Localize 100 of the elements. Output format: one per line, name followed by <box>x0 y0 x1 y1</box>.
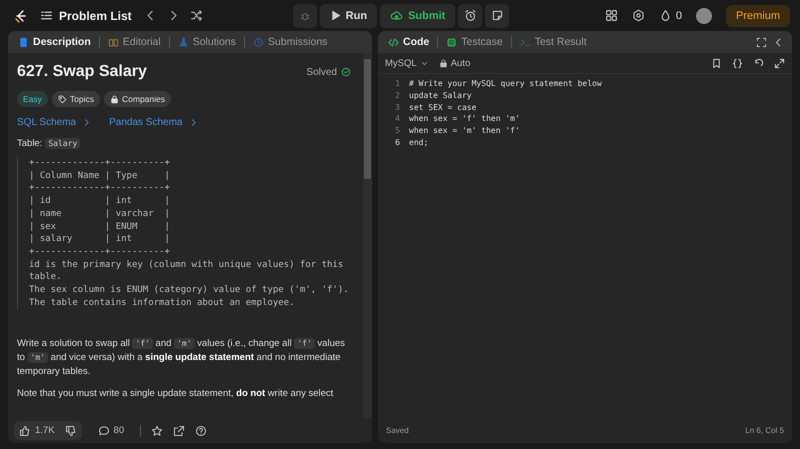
submit-button[interactable]: Submit <box>380 4 456 28</box>
panel-tab[interactable]: Test Result <box>518 36 589 48</box>
premium-button[interactable]: Premium <box>726 4 790 26</box>
star-icon <box>151 424 164 436</box>
topics-tag[interactable]: Topics <box>52 91 100 107</box>
notes-button[interactable] <box>485 4 510 28</box>
list-icon <box>40 9 53 22</box>
expand-button[interactable] <box>774 58 785 68</box>
line-number: 3 <box>394 102 400 112</box>
code-line: when sex = 'm' then 'f' <box>409 126 520 136</box>
panel-tab[interactable]: Testcase <box>444 36 505 48</box>
format-button[interactable] <box>732 58 743 68</box>
reset-button[interactable] <box>753 58 764 68</box>
settings-button[interactable] <box>632 9 645 22</box>
schema-line: | name | varchar | <box>29 208 171 221</box>
expand-icon <box>774 58 785 68</box>
auto-mode: Auto <box>438 58 470 68</box>
grid-icon <box>604 9 618 22</box>
comment-icon <box>98 424 110 436</box>
flask-icon <box>178 36 189 48</box>
shuffle-icon <box>190 9 203 22</box>
panel-tab[interactable]: Solutions <box>176 36 238 48</box>
fullscreen-button[interactable] <box>756 36 767 48</box>
problem-list-button[interactable]: Problem List <box>38 8 134 22</box>
play-icon <box>330 10 341 21</box>
braces-icon <box>732 58 743 68</box>
schema-line: table. <box>29 271 63 284</box>
share-icon <box>173 424 186 436</box>
schema-link[interactable]: SQL Schema <box>17 117 92 128</box>
alarm-clock-icon <box>464 9 477 22</box>
line-number: 6 <box>394 138 400 147</box>
avatar[interactable] <box>696 8 712 24</box>
line-number: 2 <box>394 91 400 100</box>
undo-icon <box>753 58 764 68</box>
description-paragraph: Note that you must write a single update statement, do not write any select <box>17 387 334 402</box>
schema-line: The table contains information about an employee. <box>29 296 296 310</box>
code-line: set SEX = case <box>409 102 476 112</box>
panel-tab[interactable]: Editorial <box>106 36 163 48</box>
schema-link[interactable]: Pandas Schema <box>109 117 198 128</box>
layout-button[interactable] <box>604 9 618 22</box>
comments-button[interactable]: 80 <box>92 424 130 438</box>
document-icon <box>18 36 29 48</box>
code-line: end; <box>409 138 428 147</box>
history-icon <box>252 36 264 48</box>
share-button[interactable] <box>173 424 186 436</box>
line-number: 4 <box>394 114 400 124</box>
code-line: when sex = 'f' then 'm' <box>409 114 520 124</box>
lock-icon <box>110 94 119 104</box>
checkbox-icon <box>446 36 458 48</box>
code-line: # Write your MySQL query statement below <box>409 79 602 88</box>
line-number: 1 <box>394 79 400 88</box>
schema-line: | id | int | <box>29 195 171 208</box>
panel-tab[interactable]: Code <box>386 36 432 48</box>
code-icon <box>388 36 399 48</box>
schema-line: +-------------+----------+ <box>29 157 171 170</box>
check-circle-icon <box>341 67 351 77</box>
streak-counter[interactable]: 0 <box>658 9 682 22</box>
cloud-upload-icon <box>390 9 404 22</box>
alarm-button[interactable] <box>458 4 482 28</box>
favorite-button[interactable] <box>151 424 164 436</box>
thumbs-up-icon <box>19 424 31 436</box>
code-line: update Salary <box>409 91 472 100</box>
note-icon <box>490 9 504 22</box>
help-button[interactable] <box>195 424 208 436</box>
table-name: Salary <box>45 138 80 149</box>
language-dropdown[interactable]: MySQL <box>385 58 429 68</box>
run-button[interactable]: Run <box>320 4 378 28</box>
debug-button[interactable] <box>292 4 317 28</box>
schema-line: | Column Name | Type | <box>29 170 171 182</box>
problem-title: 627. Swap Salary <box>17 63 147 81</box>
schema-line: +-------------+----------+ <box>29 182 171 196</box>
terminal-icon <box>520 36 531 48</box>
schema-line: id is the primary key (column with unique values) for this <box>29 258 344 272</box>
solved-status: Solved <box>306 66 351 78</box>
schema-line: +-------------+----------+ <box>29 246 171 259</box>
schema-line: | sex | ENUM | <box>29 220 171 234</box>
thumbs-down-icon <box>64 424 77 436</box>
shuffle-button[interactable] <box>190 9 203 22</box>
schema-line: | salary | int | <box>29 233 171 246</box>
fullscreen-icon <box>756 36 767 48</box>
bookmark-button[interactable] <box>711 58 722 68</box>
settings-icon <box>632 9 645 22</box>
panel-tab[interactable]: Submissions <box>250 36 330 48</box>
description-paragraph: Write a solution to swap all 'f' and 'm' values (i.e., change all 'f' values to 'm' and vice versa) with a single update statement and no intermediate temporary tables. <box>17 337 346 380</box>
line-number: 5 <box>394 126 400 136</box>
difficulty-badge: Easy <box>17 91 48 107</box>
scrollbar[interactable] <box>363 53 372 418</box>
drop-icon <box>658 9 672 22</box>
panel-tab[interactable]: Description <box>16 36 93 48</box>
chevron-right-icon <box>82 118 92 127</box>
help-icon <box>195 424 208 436</box>
lock-icon <box>438 58 448 68</box>
bookmark-icon <box>711 58 722 68</box>
tag-icon <box>58 94 67 104</box>
companies-tag[interactable]: Companies <box>104 91 171 107</box>
table-label: Table: <box>17 138 42 149</box>
book-icon <box>108 36 119 48</box>
cursor-position: Ln 6, Col 5 <box>745 426 784 434</box>
schema-line: The sex column is ENUM (category) value of type ('m', 'f'). <box>29 284 350 297</box>
save-status: Saved <box>386 426 409 434</box>
